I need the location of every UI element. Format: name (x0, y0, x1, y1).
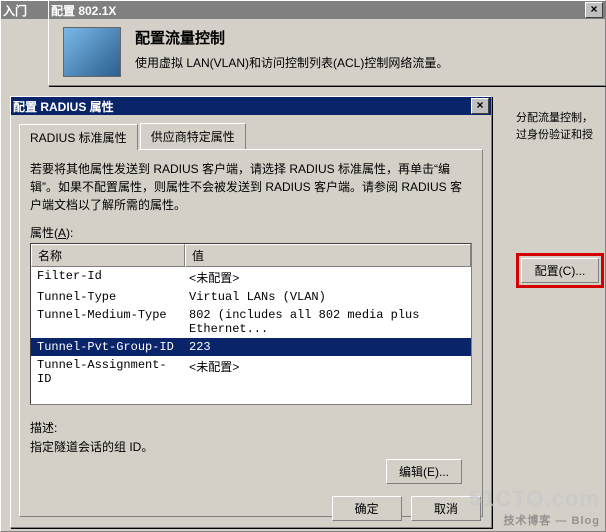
attributes-label: 属性(A): (30, 224, 472, 241)
tool-titlebar: 配置 802.1X × (49, 1, 605, 19)
table-row[interactable]: Tunnel-Type Virtual LANs (VLAN) (31, 288, 471, 306)
dialog-footer: 确定 取消 (326, 496, 481, 521)
side-note2: 过身份验证和授 (516, 127, 604, 144)
radius-properties-dialog: 配置 RADIUS 属性 × RADIUS 标准属性 供应商特定属性 若要将其他… (10, 96, 492, 528)
edit-button[interactable]: 编辑(E)... (386, 459, 462, 484)
close-icon[interactable]: × (471, 98, 489, 114)
rad-title: 配置 RADIUS 属性 (13, 98, 114, 115)
listview-header: 名称 值 (31, 244, 471, 267)
table-row[interactable]: Tunnel-Medium-Type 802 (includes all 802… (31, 306, 471, 338)
rad-titlebar: 配置 RADIUS 属性 × (11, 97, 491, 115)
description-value: 指定隧道会话的组 ID。 (30, 438, 472, 455)
tab-standard-attributes[interactable]: RADIUS 标准属性 (19, 124, 138, 150)
tool-desc: 使用虚拟 LAN(VLAN)和访问控制列表(ACL)控制网络流量。 (135, 54, 448, 71)
col-name[interactable]: 名称 (31, 244, 185, 267)
tab-strip: RADIUS 标准属性 供应商特定属性 (19, 123, 483, 149)
attributes-listview[interactable]: 名称 值 Filter-Id <未配置> Tunnel-Type Virtual… (30, 243, 472, 405)
col-value[interactable]: 值 (185, 244, 471, 267)
highlight-box: 配置(C)... (516, 253, 604, 288)
tab-panel: 若要将其他属性发送到 RADIUS 客户端，请选择 RADIUS 标准属性，再单… (19, 149, 483, 517)
tab-vendor-specific[interactable]: 供应商特定属性 (140, 123, 246, 149)
table-row[interactable]: Filter-Id <未配置> (31, 267, 471, 288)
table-row[interactable]: Tunnel-Assignment-ID <未配置> (31, 356, 471, 388)
instructions-text: 若要将其他属性发送到 RADIUS 客户端，请选择 RADIUS 标准属性，再单… (30, 160, 472, 214)
configure-8021x-window: 配置 802.1X × 配置流量控制 使用虚拟 LAN(VLAN)和访问控制列表… (48, 0, 606, 86)
cancel-button[interactable]: 取消 (411, 496, 481, 521)
tool-heading: 配置流量控制 (135, 27, 448, 48)
configure-button[interactable]: 配置(C)... (521, 258, 599, 283)
bg-title: 入门 (3, 2, 27, 19)
side-peek: 分配流量控制， 过身份验证和授 配置(C)... (516, 110, 604, 288)
monitor-icon (63, 27, 121, 77)
side-note1: 分配流量控制， (516, 110, 604, 127)
description-label: 描述: (30, 419, 472, 436)
close-icon[interactable]: × (585, 2, 603, 18)
table-row-selected[interactable]: Tunnel-Pvt-Group-ID 223 (31, 338, 471, 356)
tool-title: 配置 802.1X (51, 2, 116, 19)
ok-button[interactable]: 确定 (332, 496, 402, 521)
